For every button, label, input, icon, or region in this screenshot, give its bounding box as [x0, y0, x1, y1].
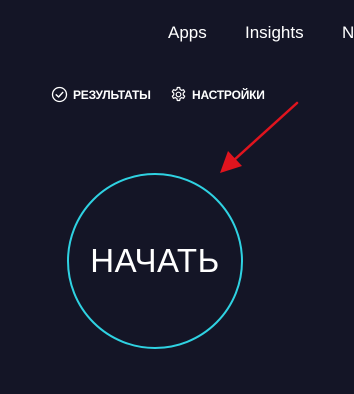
settings-label: НАСТРОЙКИ — [192, 87, 265, 102]
results-label: РЕЗУЛЬТАТЫ — [73, 87, 151, 102]
check-circle-icon — [51, 86, 68, 103]
start-test-button[interactable]: НАЧАТЬ — [67, 173, 243, 349]
nav-link-apps[interactable]: Apps — [168, 22, 207, 44]
speedtest-page: Apps Insights N РЕЗУЛЬТАТЫ НАСТРОЙКИ НАЧ… — [0, 0, 354, 394]
settings-link[interactable]: НАСТРОЙКИ — [170, 86, 265, 103]
results-link[interactable]: РЕЗУЛЬТАТЫ — [51, 86, 151, 103]
nav-link-insights[interactable]: Insights — [245, 22, 304, 44]
nav-link-partial[interactable]: N — [342, 22, 354, 44]
gear-icon — [170, 86, 187, 103]
start-test-label: НАЧАТЬ — [90, 242, 220, 279]
